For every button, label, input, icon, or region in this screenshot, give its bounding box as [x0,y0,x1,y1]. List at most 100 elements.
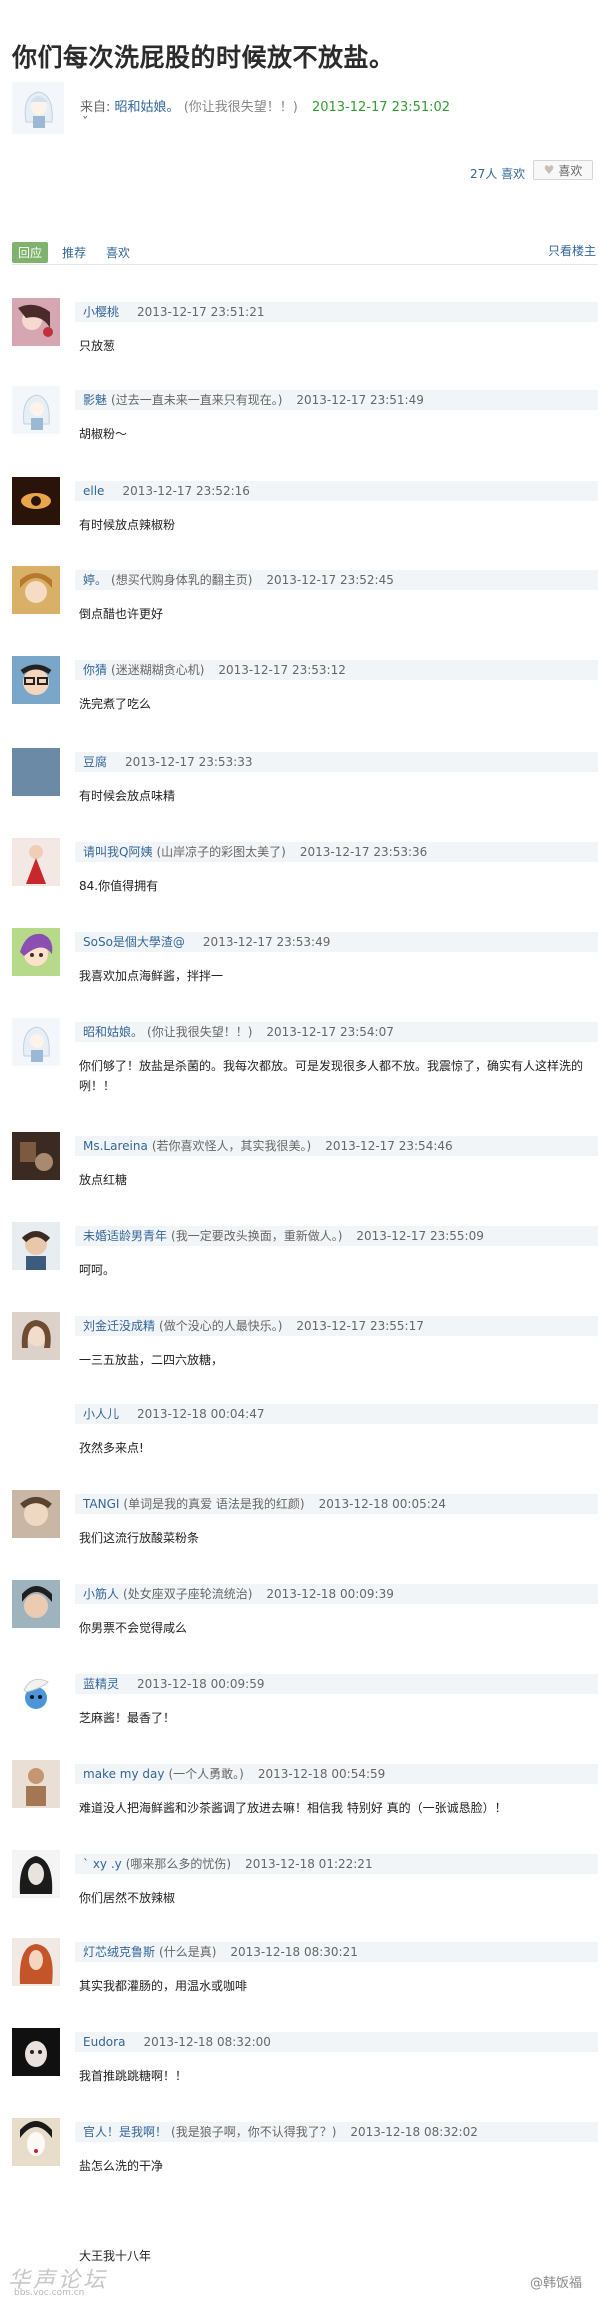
like-button[interactable]: ♥ 喜欢 [533,160,593,180]
reply-signature: (迷迷糊糊贪心机) [111,663,205,677]
reply-username-link[interactable]: Ms.Lareina [83,1139,148,1153]
reply-signature: (过去一直未来一直来只有现在。) [111,393,283,407]
reply-signature: (我一定要改头换面，重新做人。) [171,1229,343,1243]
reply-text: 我首推跳跳糖啊！！ [79,2069,188,2083]
reply-avatar[interactable] [12,386,60,434]
reply-timestamp: 2013-12-17 23:53:12 [218,663,346,677]
site-watermark-url: bbs.voc.com.cn [14,2288,85,2298]
reply-text: 你们居然不放辣椒 [79,1891,176,1905]
tab-recommend[interactable]: 推荐 [56,242,92,263]
avatar-dark-face-icon [12,2028,60,2076]
op-avatar[interactable] [12,82,64,134]
reply-username-link[interactable]: Eudora [83,2035,125,2049]
reply-timestamp: 2013-12-17 23:55:09 [356,1229,484,1243]
reply-timestamp: 2013-12-18 08:30:21 [230,1945,358,1959]
reply-avatar[interactable] [12,2118,60,2166]
reply-header: 小人儿 2013-12-18 00:04:47 [75,1404,598,1424]
reply-avatar[interactable] [12,1670,60,1718]
heart-icon: ♥ [543,163,555,177]
reply-username-link[interactable]: 请叫我Q阿姨 [83,845,152,859]
avatar-red-hair-girl-icon [12,1938,60,1986]
reply-timestamp: 2013-12-18 00:09:59 [137,1677,265,1691]
avatar-white-hair-icon [12,82,64,134]
reply-username-link[interactable]: 未婚适龄男青年 [83,1229,167,1243]
reply-timestamp: 2013-12-17 23:55:17 [296,1319,424,1333]
reply-avatar[interactable] [12,1222,60,1270]
reply-avatar[interactable] [12,1760,60,1808]
reply-avatar[interactable] [12,1132,60,1180]
op-meta: 来自: 昭和姑娘。 (你让我很失望！！) 2013-12-17 23:51:02 [80,96,450,115]
reply-header: 请叫我Q阿姨 (山岸凉子的彩图太美了) 2013-12-17 23:53:36 [75,842,598,862]
reply-text: 孜然多来点! [79,1441,144,1455]
reply-header: TANGI (单词是我的真爱 语法是我的红颜) 2013-12-18 00:05:2… [75,1494,598,1514]
reply-text: 你们够了！放盐是杀菌的。我每次都放。可是发现很多人都不放。我震惊了，确实有人这样… [79,1059,584,1093]
reply-username-link[interactable]: 影魅 [83,393,107,407]
reply-avatar[interactable] [12,656,60,704]
reply-timestamp: 2013-12-17 23:51:21 [137,305,265,319]
reply-username-link[interactable]: make my day [83,1767,164,1781]
reply-username-link[interactable]: elle [83,484,104,498]
reply-text: 有时候会放点味精 [79,789,176,803]
reply-username-link[interactable]: ` xy .y [83,1857,122,1871]
reply-text: 盐怎么洗的干净 [79,2159,164,2173]
reply-timestamp: 2013-12-18 00:09:39 [266,1587,394,1601]
avatar-brown-hair-girl-icon [12,1312,60,1360]
reply-avatar[interactable] [12,1018,60,1066]
reply-username-link[interactable]: 灯芯绒克鲁斯 [83,1945,155,1959]
reply-username-link[interactable]: SoSo是個大學渣@ [83,935,185,949]
reply-username-link[interactable]: 你猜 [83,663,107,677]
reply-header: 蓝精灵 2013-12-18 00:09:59 [75,1674,598,1694]
reply-text: 你男票不会觉得咸么 [79,1621,188,1635]
reply-username-link[interactable]: 豆腐 [83,755,107,769]
reply-timestamp: 2013-12-18 01:22:21 [245,1857,373,1871]
reply-username-link[interactable]: 小人儿 [83,1407,119,1421]
reply-text: 84.你值得拥有 [79,879,159,893]
reply-timestamp: 2013-12-17 23:54:46 [325,1139,453,1153]
reply-header: 官人！是我啊！ (我是狼子啊，你不认得我了？) 2013-12-18 08:32:0… [75,2122,598,2142]
reply-text: 一三五放盐，二四六放糖， [79,1353,224,1367]
reply-username-link[interactable]: 官人！是我啊！ [83,2125,167,2139]
reply-username-link[interactable]: 刘金迁没成精 [83,1319,155,1333]
reply-avatar[interactable] [12,1580,60,1628]
reply-header: make my day (一个人勇敢。) 2013-12-18 00:54:59 [75,1764,598,1784]
tab-bar: 回应 推荐 喜欢 只看楼主 [12,238,598,265]
reply-text: 倒点醋也许更好 [79,607,164,621]
reply-username-link[interactable]: 昭和姑娘。 [83,1025,143,1039]
reply-text: 有时候放点辣椒粉 [79,518,176,532]
reply-timestamp: 2013-12-18 00:04:47 [137,1407,265,1421]
reply-text: 我们这流行放酸菜粉条 [79,1531,200,1545]
reply-avatar[interactable] [12,748,60,796]
avatar-geisha-icon [12,2118,60,2166]
reply-avatar[interactable] [12,2028,60,2076]
reply-avatar[interactable] [12,298,60,346]
like-button-label: 喜欢 [558,163,583,178]
reply-username-link[interactable]: 小樱桃 [83,305,119,319]
reply-avatar[interactable] [12,1938,60,1986]
only-op-link[interactable]: 只看楼主 [548,242,596,259]
reply-avatar[interactable] [12,1312,60,1360]
tab-like[interactable]: 喜欢 [100,242,136,263]
reply-username-link[interactable]: 小筋人 [83,1587,119,1601]
op-author-link[interactable]: 昭和姑娘。 [115,100,180,115]
reply-avatar[interactable] [12,838,60,886]
reply-header: ` xy .y (哪来那么多的忧伤) 2013-12-18 01:22:21 [75,1854,598,1874]
likes-count[interactable]: 27人 喜欢 [470,165,525,182]
reply-avatar[interactable] [12,928,60,976]
reply-signature: (哪来那么多的忧伤) [125,1857,232,1871]
reply-signature: (单词是我的真爱 语法是我的红颜) [123,1497,305,1511]
reply-avatar[interactable] [12,1850,60,1898]
reply-avatar[interactable] [12,566,60,614]
reply-username-link[interactable]: 婷。 [83,573,107,587]
tab-reply[interactable]: 回应 [12,242,49,263]
reply-header: 婷。 (想买代购身体乳的翻主页) 2013-12-17 23:52:45 [75,570,598,590]
reply-text: 难道没人把海鲜酱和沙茶酱调了放进去嘛！相信我 特别好 真的（一张诚恳脸）！ [79,1801,507,1815]
reply-timestamp: 2013-12-17 23:53:33 [125,755,253,769]
avatar-dark-eye-avatar-icon [12,477,60,525]
reply-text: 呵呵。 [79,1263,116,1277]
reply-username-link[interactable]: TANGI [83,1497,119,1511]
reply-avatar[interactable] [12,477,60,525]
reply-avatar[interactable] [12,1490,60,1538]
op-extra-mark: ˇ [82,116,89,131]
op-timestamp: 2013-12-17 23:51:02 [311,100,451,115]
reply-username-link[interactable]: 蓝精灵 [83,1677,119,1691]
